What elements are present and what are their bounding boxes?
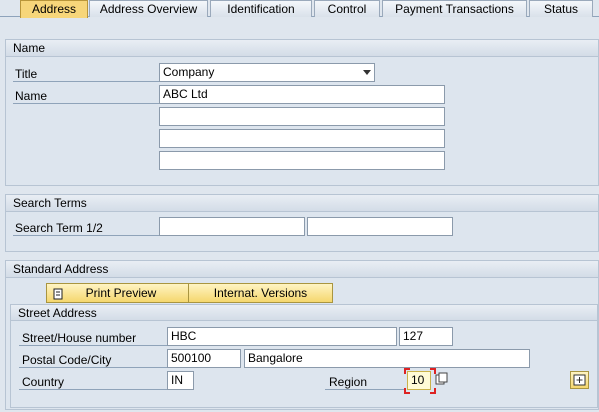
street-label: Street/House number xyxy=(22,331,137,345)
tab-strip: Address Address Overview Identification … xyxy=(0,0,599,18)
country-input[interactable]: IN xyxy=(167,371,194,390)
search-term-label-underline xyxy=(13,235,159,236)
postal-city-label: Postal Code/City xyxy=(22,353,112,367)
name-field-2[interactable] xyxy=(159,107,445,126)
street-address-title: Street Address xyxy=(11,305,597,321)
postal-code-input[interactable]: 500100 xyxy=(167,349,241,368)
region-label: Region xyxy=(329,375,368,389)
title-label: Title xyxy=(15,67,38,81)
focus-corner-bl xyxy=(404,388,410,394)
country-label: Country xyxy=(22,375,65,389)
street-input[interactable]: HBC xyxy=(167,327,397,346)
internat-versions-button[interactable]: Internat. Versions xyxy=(188,283,333,303)
tab-control[interactable]: Control xyxy=(314,0,380,17)
tab-address[interactable]: Address xyxy=(20,0,88,18)
postal-label-underline xyxy=(19,367,169,368)
tab-payment-transactions[interactable]: Payment Transactions xyxy=(382,0,527,17)
title-label-underline xyxy=(13,81,159,82)
street-label-underline xyxy=(19,345,169,346)
name-field-3[interactable] xyxy=(159,129,445,148)
dropdown-arrow-icon[interactable] xyxy=(363,70,371,75)
search-terms-title: Search Terms xyxy=(6,195,598,212)
print-preview-button[interactable]: Print Preview xyxy=(46,283,196,303)
search-term-label: Search Term 1/2 xyxy=(15,221,103,235)
region-input[interactable]: 10 xyxy=(407,371,431,390)
tab-address-overview[interactable]: Address Overview xyxy=(89,0,208,17)
title-dropdown[interactable]: Company xyxy=(159,63,375,82)
title-dropdown-value: Company xyxy=(163,65,215,79)
country-label-underline xyxy=(19,389,169,390)
name-group-title: Name xyxy=(6,40,598,57)
print-preview-label: Print Preview xyxy=(85,286,157,300)
print-icon xyxy=(53,287,63,300)
region-label-underline xyxy=(325,389,405,390)
standard-address-title: Standard Address xyxy=(6,261,598,278)
tab-identification[interactable]: Identification xyxy=(210,0,312,17)
focus-corner-br xyxy=(430,388,436,394)
search-term-2-input[interactable] xyxy=(307,217,453,236)
city-input[interactable]: Bangalore xyxy=(244,349,530,368)
house-number-input[interactable]: 127 xyxy=(399,327,453,346)
value-help-icon[interactable] xyxy=(435,372,449,386)
search-term-1-input[interactable] xyxy=(159,217,305,236)
street-address-box: Street Address Street/House number HBC 1… xyxy=(10,304,598,408)
name-label: Name xyxy=(15,89,48,103)
focus-corner-tl xyxy=(404,368,410,374)
name-field-4[interactable] xyxy=(159,151,445,170)
name-label-underline xyxy=(13,103,159,104)
tab-status[interactable]: Status xyxy=(529,0,593,17)
more-fields-icon[interactable] xyxy=(570,371,589,389)
name-group: Name Title Company Name ABC Ltd xyxy=(5,39,599,186)
name-field-1[interactable]: ABC Ltd xyxy=(159,85,445,104)
standard-address-group: Standard Address Print Preview Internat.… xyxy=(5,260,599,410)
search-terms-group: Search Terms Search Term 1/2 xyxy=(5,194,599,252)
